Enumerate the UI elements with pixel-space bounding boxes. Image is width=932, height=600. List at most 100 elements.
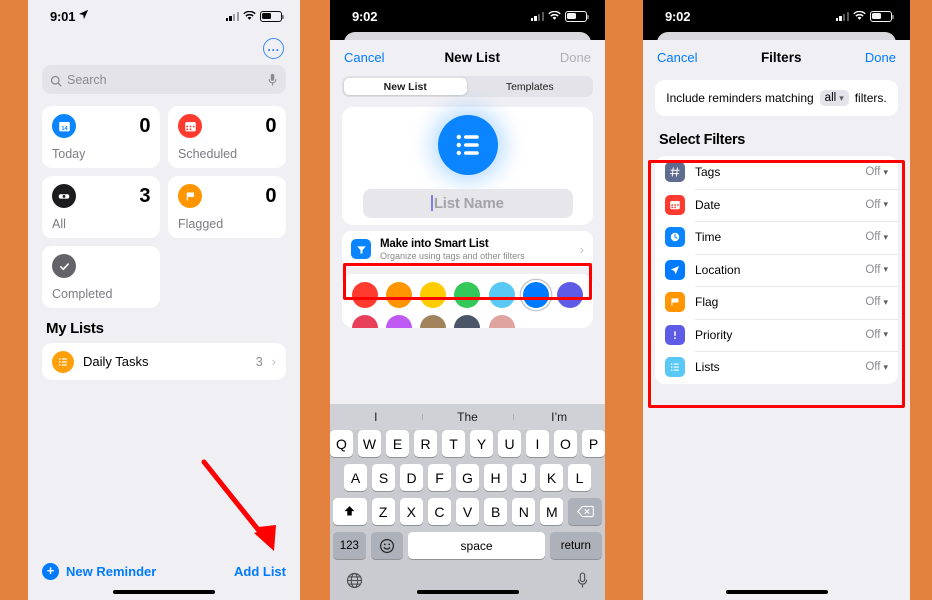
new-reminder-button[interactable]: + New Reminder bbox=[42, 563, 156, 580]
key-n[interactable]: N bbox=[512, 498, 536, 525]
filter-row-location[interactable]: Location Off ▾ bbox=[655, 253, 898, 287]
chevron-updown-icon: ▾ bbox=[883, 166, 888, 177]
tab-new-list[interactable]: New List bbox=[344, 78, 467, 95]
color-swatch-lightblue[interactable] bbox=[488, 282, 515, 308]
key-return[interactable]: return bbox=[549, 532, 603, 559]
status-time: 9:01 bbox=[50, 8, 76, 24]
key-b[interactable]: B bbox=[484, 498, 508, 525]
list-bullet-icon[interactable] bbox=[437, 114, 498, 175]
key-h[interactable]: H bbox=[484, 464, 507, 491]
color-swatch-blue-selected[interactable] bbox=[522, 282, 549, 308]
key-f[interactable]: F bbox=[428, 464, 451, 491]
shift-icon[interactable] bbox=[333, 498, 367, 525]
add-list-button[interactable]: Add List bbox=[234, 564, 286, 579]
filter-label: Date bbox=[695, 197, 721, 212]
key-l[interactable]: L bbox=[568, 464, 591, 491]
color-swatch-yellow[interactable] bbox=[420, 282, 447, 308]
filter-value[interactable]: Off ▾ bbox=[865, 199, 888, 211]
filter-value[interactable]: Off ▾ bbox=[865, 264, 888, 276]
new-reminder-label: New Reminder bbox=[66, 564, 157, 579]
text-caret bbox=[431, 195, 433, 211]
key-p[interactable]: P bbox=[582, 430, 605, 457]
filter-row-priority[interactable]: Priority Off ▾ bbox=[655, 318, 898, 352]
globe-icon[interactable] bbox=[346, 572, 363, 594]
filter-value[interactable]: Off ▾ bbox=[865, 166, 888, 178]
color-swatch-pink[interactable] bbox=[352, 315, 378, 328]
key-a[interactable]: A bbox=[344, 464, 367, 491]
microphone-icon[interactable] bbox=[576, 572, 589, 594]
key-s[interactable]: S bbox=[372, 464, 395, 491]
key-j[interactable]: J bbox=[512, 464, 535, 491]
filter-row-tags[interactable]: Tags Off ▾ bbox=[655, 156, 898, 189]
key-k[interactable]: K bbox=[540, 464, 563, 491]
filter-value[interactable]: Off ▾ bbox=[865, 296, 888, 308]
tile-flagged[interactable]: 0 Flagged bbox=[168, 176, 286, 238]
key-m[interactable]: M bbox=[540, 498, 564, 525]
key-t[interactable]: T bbox=[442, 430, 465, 457]
filter-value[interactable]: Off ▾ bbox=[865, 329, 888, 341]
microphone-icon[interactable] bbox=[267, 73, 278, 87]
tile-completed[interactable]: Completed bbox=[42, 246, 160, 308]
make-into-smart-list-row[interactable]: Make into Smart List Organize using tags… bbox=[342, 231, 593, 267]
tile-count: 0 bbox=[139, 114, 150, 137]
color-swatch-brown[interactable] bbox=[420, 315, 447, 328]
color-swatch-purple[interactable] bbox=[386, 315, 413, 328]
more-options-button[interactable]: … bbox=[263, 38, 284, 59]
list-icon-and-name-card: List Name bbox=[342, 107, 593, 225]
key-r[interactable]: R bbox=[414, 430, 437, 457]
color-swatch-orange[interactable] bbox=[386, 282, 413, 308]
list-bullet-icon bbox=[52, 350, 74, 373]
filter-row-lists[interactable]: Lists Off ▾ bbox=[655, 351, 898, 384]
key-space[interactable]: space bbox=[408, 532, 545, 559]
filter-row-date[interactable]: Date Off ▾ bbox=[655, 188, 898, 222]
filter-value[interactable]: Off ▾ bbox=[865, 361, 888, 373]
color-swatch-indigo[interactable] bbox=[556, 282, 583, 308]
done-button[interactable]: Done bbox=[560, 50, 591, 65]
key-q[interactable]: Q bbox=[330, 430, 353, 457]
cancel-button[interactable]: Cancel bbox=[657, 50, 697, 65]
backspace-icon[interactable] bbox=[568, 498, 602, 525]
key-i[interactable]: I bbox=[526, 430, 549, 457]
emoji-icon[interactable] bbox=[370, 532, 404, 559]
search-input[interactable]: Search bbox=[42, 65, 286, 94]
filter-row-time[interactable]: Time Off ▾ bbox=[655, 221, 898, 254]
color-swatch-slate[interactable] bbox=[454, 315, 481, 328]
sheet-peek bbox=[643, 32, 910, 48]
key-e[interactable]: E bbox=[386, 430, 409, 457]
key-c[interactable]: C bbox=[427, 498, 451, 525]
prediction-3[interactable]: I’m bbox=[513, 410, 605, 424]
list-name-input[interactable]: List Name bbox=[362, 188, 573, 218]
key-w[interactable]: W bbox=[358, 430, 381, 457]
phone-panel-reminders-home: 9:01 … Search 14 0 Today 0 Scheduled 3 A… bbox=[28, 0, 300, 600]
completed-tile-row: Completed bbox=[42, 246, 286, 308]
color-swatch-rose[interactable] bbox=[488, 315, 515, 328]
match-mode-dropdown[interactable]: all ▾ bbox=[819, 90, 849, 106]
cellular-signal-icon bbox=[530, 11, 544, 21]
filter-value[interactable]: Off ▾ bbox=[865, 231, 888, 243]
key-o[interactable]: O bbox=[554, 430, 577, 457]
tile-all[interactable]: 3 All bbox=[42, 176, 160, 238]
key-numbers[interactable]: 123 bbox=[333, 532, 366, 559]
cancel-button[interactable]: Cancel bbox=[344, 50, 384, 65]
prediction-1[interactable]: I bbox=[330, 410, 422, 424]
key-u[interactable]: U bbox=[498, 430, 521, 457]
filter-label: Flag bbox=[695, 295, 719, 310]
tile-today[interactable]: 14 0 Today bbox=[42, 106, 160, 168]
done-button[interactable]: Done bbox=[865, 50, 896, 65]
prediction-2[interactable]: The bbox=[421, 410, 514, 424]
key-g[interactable]: G bbox=[456, 464, 479, 491]
filter-row-flag[interactable]: Flag Off ▾ bbox=[655, 286, 898, 319]
color-row-2 bbox=[352, 315, 583, 328]
key-x[interactable]: X bbox=[399, 498, 423, 525]
color-swatch-red[interactable] bbox=[352, 282, 378, 308]
tile-scheduled[interactable]: 0 Scheduled bbox=[168, 106, 286, 168]
tab-templates[interactable]: Templates bbox=[469, 78, 592, 95]
key-d[interactable]: D bbox=[400, 464, 423, 491]
list-item-daily-tasks[interactable]: Daily Tasks 3 › bbox=[42, 343, 286, 380]
color-swatch-green[interactable] bbox=[454, 282, 481, 308]
flag-icon bbox=[178, 184, 202, 208]
key-v[interactable]: V bbox=[455, 498, 480, 525]
key-y[interactable]: Y bbox=[470, 430, 493, 457]
search-icon bbox=[50, 74, 62, 87]
key-z[interactable]: Z bbox=[371, 498, 395, 525]
